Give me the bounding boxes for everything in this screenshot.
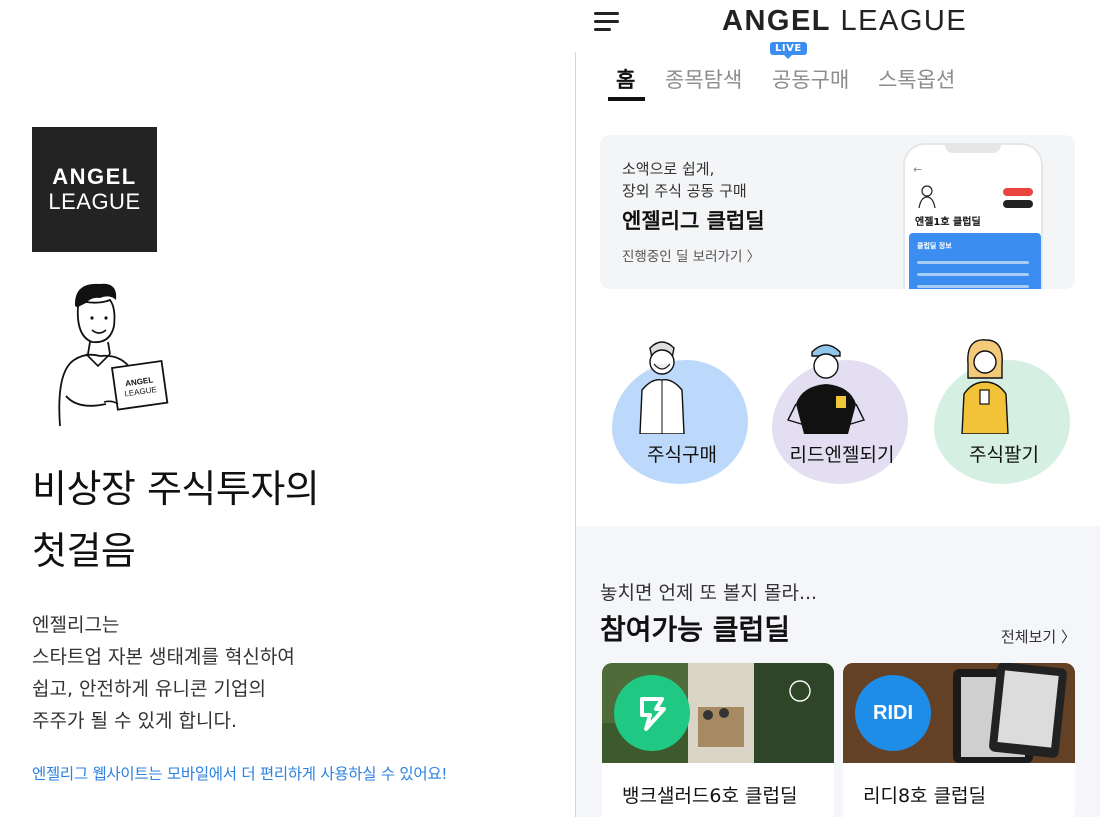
phone-notch — [945, 143, 1001, 153]
ridi-ereader-photo: RIDI — [843, 663, 1075, 763]
clubdeal-card-banksalad[interactable]: 뱅크샐러드6호 클럽딜 — [602, 663, 834, 817]
logo-line-2: LEAGUE — [48, 188, 141, 214]
hero-headline: 비상장 주식투자의 첫걸음 — [32, 458, 320, 582]
woman-with-phone-illustration — [961, 339, 1009, 434]
angel-league-logo: ANGEL LEAGUE — [32, 127, 157, 252]
tab-group-buy[interactable]: 공동구매 — [772, 64, 849, 94]
man-with-laptop-illustration: ANGEL LEAGUE — [58, 283, 169, 427]
logo-line-1: ANGEL — [52, 163, 137, 189]
available-clubdeals-section: 놓치면 언제 또 볼지 몰라... 참여가능 클럽딜 전체보기 〉 뱅크샐러드6… — [576, 526, 1100, 817]
placeholder-line — [917, 273, 1029, 276]
placeholder-line — [917, 285, 1029, 288]
clubdeal-card-ridi[interactable]: RIDI 리디8호 클럽딜 — [843, 663, 1075, 817]
persona-buy-stock[interactable]: 주식구매 — [612, 334, 752, 494]
persona-label: 주식구매 — [647, 444, 717, 466]
top-bar: ANGEL LEAGUE — [576, 0, 1100, 46]
banner-subtitle-line-2: 장외 주식 공동 구매 — [622, 182, 747, 200]
see-all-link[interactable]: 전체보기 〉 — [1001, 626, 1076, 647]
status-pill-red — [1003, 188, 1033, 196]
man-with-cap-illustration — [787, 344, 865, 434]
placeholder-line — [917, 261, 1029, 264]
status-pill-dark — [1003, 200, 1033, 208]
banksalad-office-photo — [602, 663, 834, 763]
description-line: 엔젤리그는 — [32, 614, 120, 636]
clubdeal-banner[interactable]: 소액으로 쉽게, 장외 주식 공동 구매 엔젤리그 클럽딜 진행중인 딜 보러가… — [600, 135, 1075, 289]
brand-logo[interactable]: ANGEL LEAGUE — [722, 5, 967, 38]
active-tab-underline — [608, 97, 645, 101]
description-line: 스타트업 자본 생태계를 혁신하여 — [32, 646, 295, 668]
hero-description: 엔젤리그는 스타트업 자본 생태계를 혁신하여 쉽고, 안전하게 유니콘 기업의… — [32, 609, 295, 737]
hero-headline-line-2: 첫걸음 — [32, 529, 136, 573]
tab-stock-explore[interactable]: 종목탐색 — [665, 64, 742, 94]
phone-deal-title: 엔젤1호 클럽딜 — [915, 217, 981, 228]
banner-cta-link[interactable]: 진행중인 딜 보러가기 〉 — [622, 245, 760, 265]
section-heading: 참여가능 클럽딜 — [600, 613, 791, 646]
phone-info-card: 클럽딜 정보 — [909, 233, 1041, 289]
section-eyebrow: 놓치면 언제 또 볼지 몰라... — [600, 582, 818, 604]
hamburger-icon[interactable] — [594, 10, 622, 34]
clubdeal-name: 뱅크샐러드6호 클럽딜 — [622, 785, 798, 807]
persona-sell-stock[interactable]: 주식팔기 — [934, 334, 1074, 494]
mobile-preview: ANGEL LEAGUE 홈 종목탐색 공동구매 LIVE 스톡옵션 소액으로 … — [576, 0, 1100, 817]
hero-headline-line-1: 비상장 주식투자의 — [32, 467, 320, 511]
persona-lead-angel[interactable]: 리드엔젤되기 — [772, 334, 912, 494]
phone-mockup: ← 엔젤1호 클럽딜 클럽딜 정보 — [903, 143, 1043, 289]
tab-home[interactable]: 홈 — [616, 64, 635, 94]
brand-bold: ANGEL — [722, 5, 831, 37]
banner-subtitle-line-1: 소액으로 쉽게, — [622, 160, 715, 178]
promo-panel: ANGEL LEAGUE ANGEL LEAGUE 비상장 주식투자의 첫걸음 … — [0, 0, 576, 817]
clubdeal-name: 리디8호 클럽딜 — [863, 785, 987, 807]
persona-menu: 주식구매 리드엔젤되기 주식팔기 — [576, 320, 1100, 500]
ridi-logo-icon: RIDI — [855, 675, 931, 751]
persona-label: 리드엔젤되기 — [789, 444, 895, 466]
live-badge: LIVE — [770, 42, 807, 59]
back-arrow-icon: ← — [913, 163, 923, 176]
banksalad-logo-icon — [614, 675, 690, 751]
description-line: 주주가 될 수 있게 합니다. — [32, 710, 237, 732]
banner-subtitle: 소액으로 쉽게, 장외 주식 공동 구매 — [622, 158, 747, 202]
phone-card-title: 클럽딜 정보 — [917, 242, 952, 250]
mobile-recommendation-note: 엔젤리그 웹사이트는 모바일에서 더 편리하게 사용하실 수 있어요! — [32, 765, 448, 783]
persona-label: 주식팔기 — [969, 444, 1039, 466]
banner-title: 엔젤리그 클럽딜 — [622, 209, 765, 233]
brand-light: LEAGUE — [831, 5, 968, 37]
older-man-illustration — [639, 341, 685, 434]
description-line: 쉽고, 안전하게 유니콘 기업의 — [32, 678, 266, 700]
tab-stock-options[interactable]: 스톡옵션 — [878, 64, 955, 94]
person-doodle-icon — [918, 185, 936, 209]
